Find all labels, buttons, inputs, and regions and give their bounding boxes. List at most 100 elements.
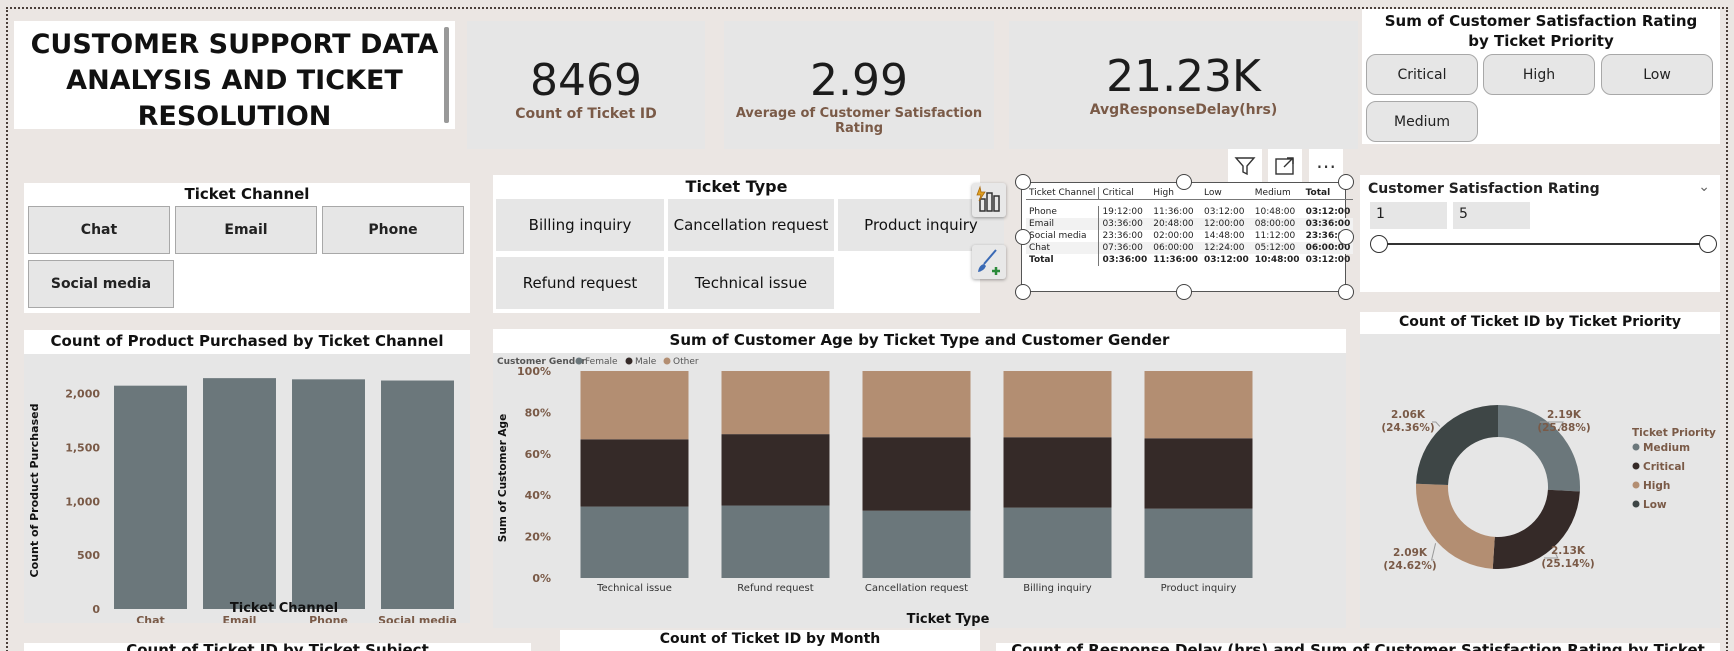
stacked-bar-segment[interactable] [1144, 508, 1253, 578]
stacked-bar-segment[interactable] [1144, 438, 1253, 509]
stacked-chart-title: Sum of Customer Age by Ticket Type and C… [669, 331, 1170, 349]
y-tick-label: 1,000 [65, 495, 100, 508]
stacked-bar-segment[interactable] [721, 434, 830, 506]
legend-label: Other [673, 357, 699, 367]
stacked-bar-segment[interactable] [580, 371, 689, 440]
table-cell: 11:12:00 [1254, 230, 1296, 241]
rating-max-input[interactable]: 5 [1453, 202, 1530, 229]
type-option-billing-inquiry[interactable]: Billing inquiry [496, 199, 664, 251]
table-cell: 03:36:00 [1102, 254, 1148, 265]
kpi-satisfaction-label: Average of Customer Satisfaction Rating [735, 106, 983, 136]
x-tick-label: Refund request [737, 583, 813, 594]
table-cell: 11:36:00 [1153, 206, 1194, 217]
rating-slider-max-handle[interactable] [1699, 235, 1717, 253]
resize-handle-top[interactable] [1176, 174, 1192, 190]
priority-option-low[interactable]: Low [1601, 54, 1713, 95]
priority-slicer: Sum of Customer Satisfaction Rating by T… [1362, 9, 1720, 144]
table-cell: Chat [1026, 241, 1100, 254]
table-row: Chat 07:36:00 06:00:00 12:24:00 05:12:00 06:0… [1026, 241, 1354, 254]
priority-option-medium[interactable]: Medium [1366, 101, 1478, 142]
format-visual-icon[interactable] [972, 245, 1006, 279]
kpi-ticket-count-value: 8469 [530, 55, 642, 106]
table-cell: Phone [1026, 205, 1100, 218]
chevron-down-icon[interactable]: ⌄ [1698, 179, 1710, 195]
stacked-bar-segment[interactable] [721, 371, 830, 435]
stacked-title-bar: Sum of Customer Age by Ticket Type and C… [493, 329, 1346, 353]
slice-percent-label: (24.62%) [1383, 560, 1436, 572]
resize-handle-left[interactable] [1015, 229, 1031, 245]
table-cell: 03:12:00 [1305, 254, 1351, 265]
donut-slice[interactable] [1416, 405, 1498, 485]
response-satisfaction-title: Count of Response Delay (hrs) and Sum of… [996, 643, 1720, 651]
title-scrollbar[interactable] [444, 27, 449, 123]
bar[interactable] [114, 385, 187, 609]
resize-handle-bottom[interactable] [1176, 284, 1192, 300]
channel-option-chat[interactable]: Chat [28, 206, 170, 254]
donut-chart-svg: 2.19K(25.88%) 2.13K(25.14%) 2.09K(24.62%) 2… [1381, 405, 1716, 572]
y-axis-title: Count of Product Purchased [28, 404, 41, 578]
stacked-bar-segment[interactable] [580, 506, 689, 578]
priority-option-high[interactable]: High [1483, 54, 1595, 95]
filter-icon[interactable] [1228, 149, 1262, 183]
channel-option-email[interactable]: Email [175, 206, 317, 254]
type-option-technical-issue[interactable]: Technical issue [668, 257, 834, 309]
table-row: Social media 23:36:00 02:00:00 14:48:00 11:1… [1026, 229, 1353, 242]
stacked-bar-segment[interactable] [862, 510, 971, 578]
table-cell: 10:48:00 [1254, 206, 1296, 217]
legend-marker [1632, 500, 1640, 508]
kpi-response-delay-value: 21.23K [1106, 51, 1261, 102]
stacked-bar-segment[interactable] [1003, 507, 1112, 578]
bar[interactable] [381, 380, 454, 609]
bar-chart-svg: 05001,0001,5002,000Chat Email Phone Social … [28, 378, 457, 623]
table-cell: 05:12:00 [1254, 242, 1296, 253]
bar[interactable] [292, 379, 365, 609]
ticket-priority-chart: Count of Ticket ID by Ticket Priority 2.… [1360, 312, 1720, 628]
legend-label: Low [1643, 499, 1667, 511]
legend-label: Male [635, 357, 657, 367]
table-row: Email 03:36:00 20:48:00 12:00:00 08:00:00 03:… [1026, 217, 1354, 230]
table-cell: 11:36:00 [1153, 254, 1198, 265]
leader-line [1430, 543, 1437, 561]
stacked-bar-segment[interactable] [1003, 371, 1112, 438]
stacked-bar-segment[interactable] [862, 371, 971, 438]
table-cell: 19:12:00 [1102, 206, 1143, 217]
bar[interactable] [203, 378, 276, 609]
kpi-ticket-count-card: 8469 Count of Ticket ID [467, 21, 705, 149]
build-visual-icon[interactable] [972, 183, 1006, 217]
resize-handle-bottom-right[interactable] [1338, 284, 1354, 300]
resize-handle-top-right[interactable] [1338, 174, 1354, 190]
stacked-bar-segment[interactable] [1144, 371, 1253, 439]
stacked-bar-segment[interactable] [580, 439, 689, 507]
kpi-response-delay-card: 21.23K AvgResponseDelay(hrs) [1009, 21, 1358, 149]
table-cell: 03:12:00 [1305, 206, 1351, 217]
x-tick-label: Billing inquiry [1023, 583, 1092, 594]
slice-value-label: 2.09K [1393, 547, 1428, 559]
stacked-bar-segment[interactable] [1003, 437, 1112, 508]
donut-slice[interactable] [1416, 483, 1495, 569]
resize-handle-right[interactable] [1338, 229, 1354, 245]
rating-min-input[interactable]: 1 [1370, 202, 1447, 229]
legend-marker [663, 357, 671, 365]
rating-slider-min-handle[interactable] [1370, 235, 1388, 253]
month-chart-panel: Count of Ticket ID by Month [560, 630, 980, 651]
focus-mode-icon[interactable] [1268, 149, 1302, 183]
type-option-cancellation-request[interactable]: Cancellation request [668, 199, 834, 251]
matrix-header-cell: Medium [1254, 188, 1291, 198]
resize-handle-top-left[interactable] [1015, 174, 1031, 190]
stacked-bar-segment[interactable] [721, 505, 830, 578]
legend-marker [1632, 481, 1640, 489]
slice-percent-label: (24.36%) [1381, 422, 1434, 434]
table-cell: 20:48:00 [1153, 218, 1194, 229]
table-cell: 08:00:00 [1254, 218, 1296, 229]
month-chart-title: Count of Ticket ID by Month [659, 631, 881, 647]
channel-option-phone[interactable]: Phone [322, 206, 464, 254]
priority-option-critical[interactable]: Critical [1366, 54, 1478, 95]
response-time-matrix[interactable]: Ticket Channel Critical High Low Medium … [1021, 182, 1354, 292]
type-slicer: Ticket Type Billing inquiry Cancellation… [493, 175, 1004, 313]
stacked-bar-segment[interactable] [862, 437, 971, 511]
matrix-header-row: Ticket Channel Critical High Low Medium … [1026, 187, 1354, 200]
resize-handle-bottom-left[interactable] [1015, 284, 1031, 300]
legend-label: Medium [1643, 442, 1690, 454]
type-option-refund-request[interactable]: Refund request [496, 257, 664, 309]
channel-option-social-media[interactable]: Social media [28, 260, 174, 308]
